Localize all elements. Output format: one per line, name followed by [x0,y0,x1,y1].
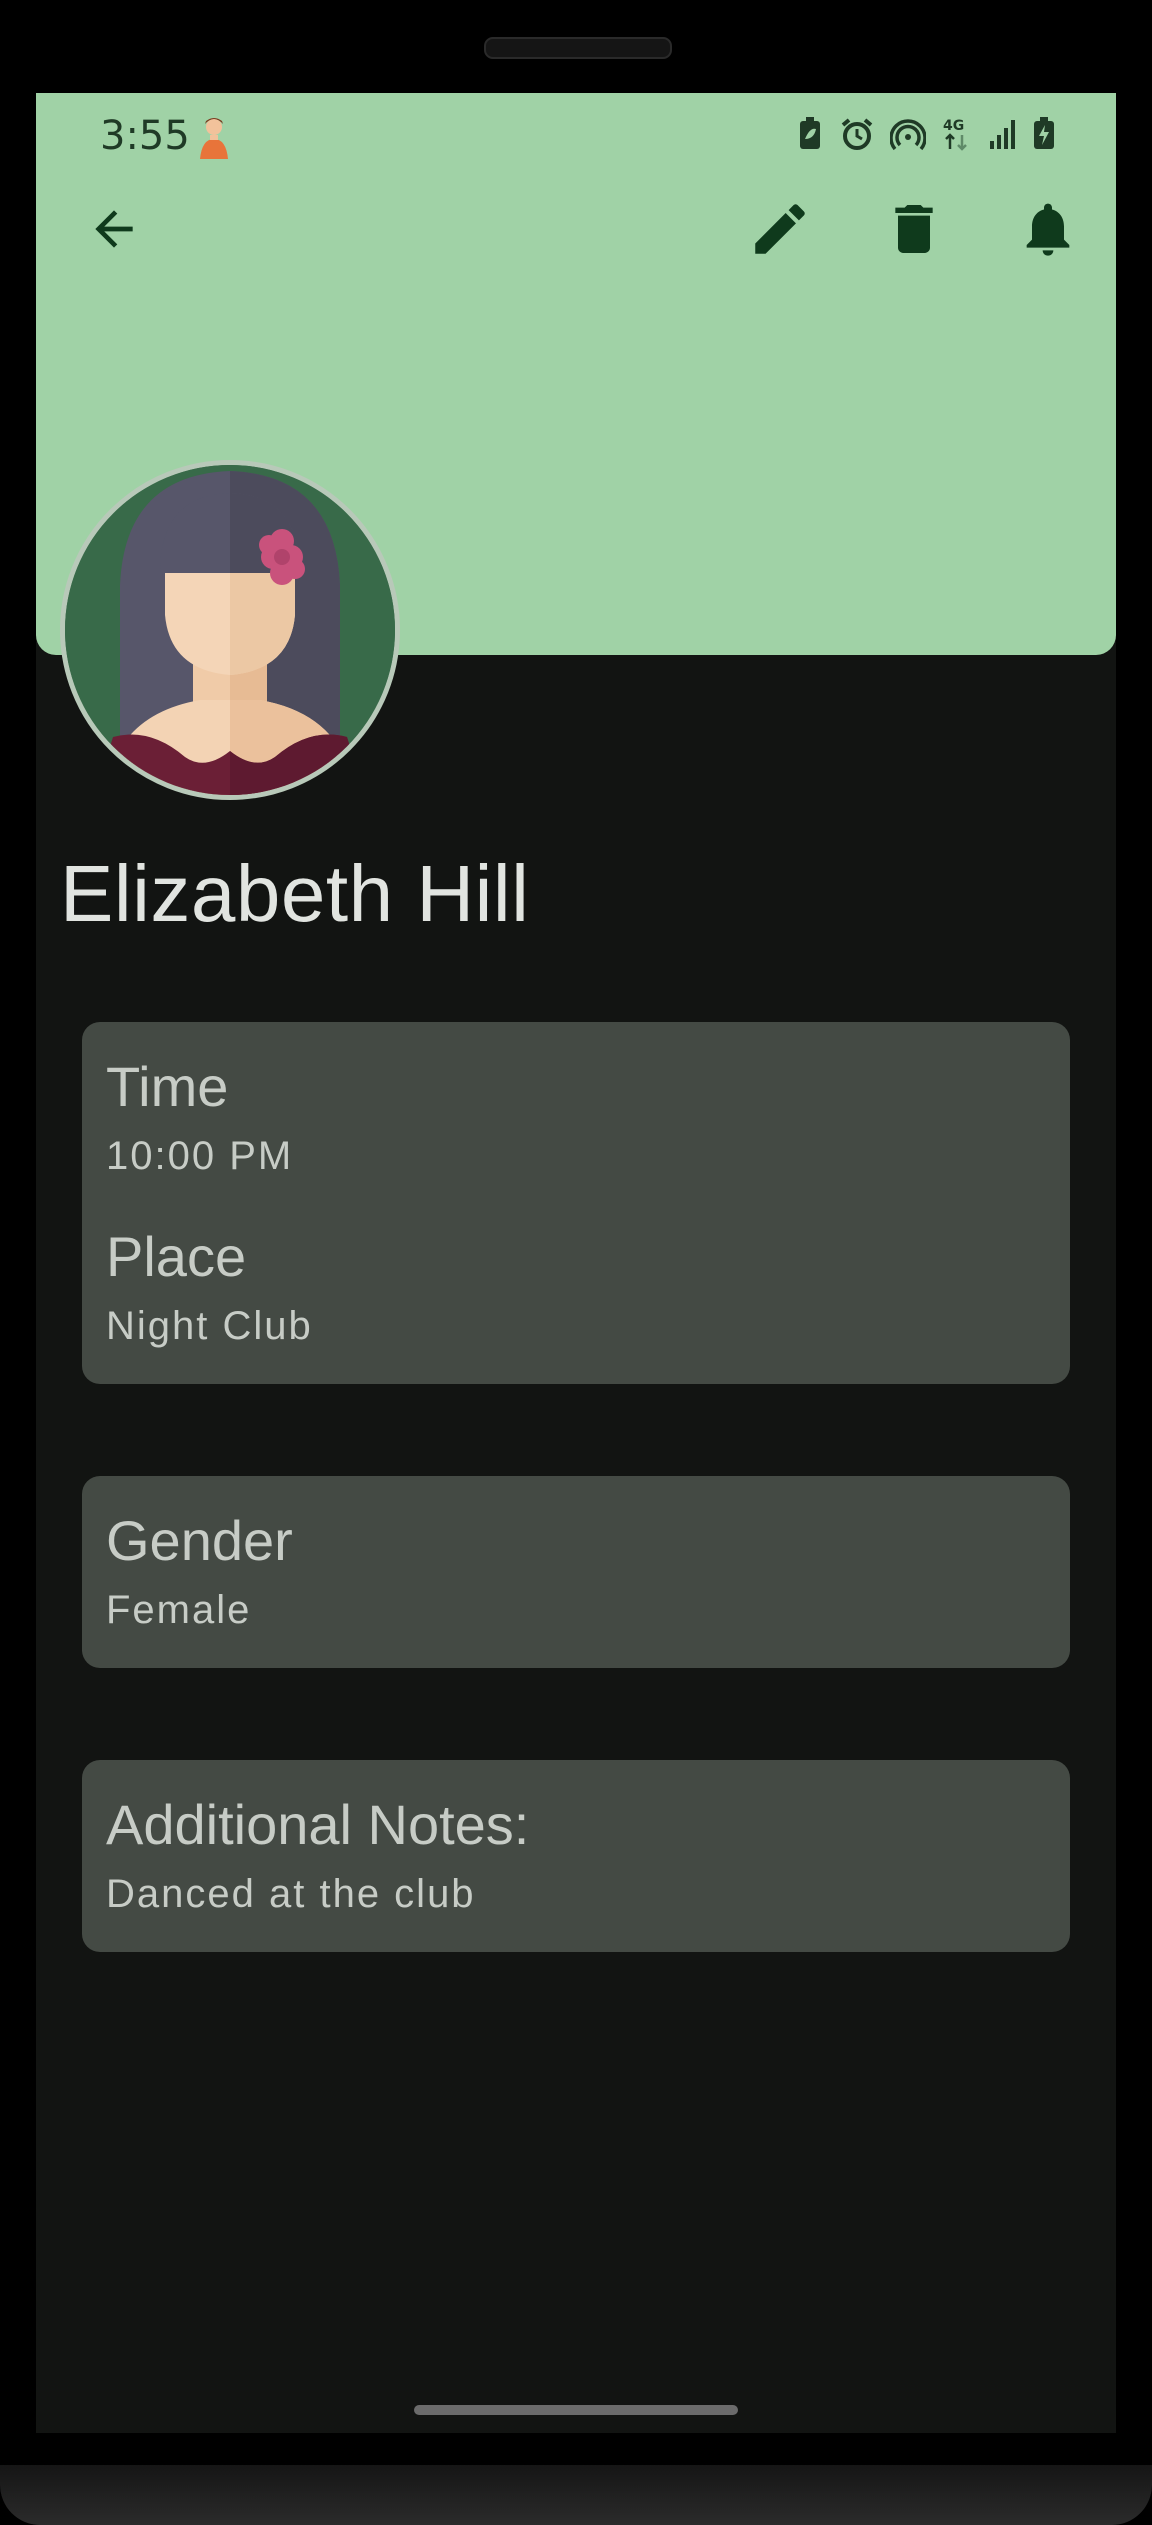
time-label: Time [106,1055,229,1118]
signal-icon [990,120,1015,149]
notes-value: Danced at the club [106,1872,476,1916]
network-label: 4G [943,118,964,134]
bell-icon [1026,203,1070,256]
notes-card: Additional Notes: Danced at the club [82,1760,1070,1952]
trash-icon [895,205,933,253]
notes-label: Additional Notes: [106,1793,530,1856]
place-label: Place [106,1225,247,1288]
gender-label: Gender [106,1509,293,1572]
time-place-card: Time 10:00 PM Place Night Club [82,1022,1070,1384]
battery-charging-icon [1034,117,1054,149]
phone-frame: 3:55 4G Elizabeth Hill Time 10:00 PM Pla… [0,0,1152,2525]
avatar [60,460,400,800]
notification-button[interactable] [1012,193,1084,265]
person-emoji-icon [200,118,228,159]
contact-name: Elizabeth Hill [60,849,530,938]
gender-value: Female [106,1588,252,1632]
phone-chin [0,2465,1152,2525]
network-4g-icon: 4G [943,118,967,151]
alarm-icon [841,118,873,150]
woman-avatar-image [65,465,395,795]
time-value: 10:00 PM [106,1134,294,1178]
place-value: Night Club [106,1304,313,1348]
gender-card: Gender Female [82,1476,1070,1668]
back-button[interactable] [78,193,150,265]
home-indicator[interactable] [414,2405,738,2415]
battery-saver-icon [800,117,820,149]
delete-button[interactable] [878,193,950,265]
edit-button[interactable] [744,193,816,265]
hotspot-icon [890,119,926,151]
status-icons: 4G [796,117,1056,151]
earpiece-speaker [484,37,672,59]
arrow-left-icon [95,210,133,248]
pencil-icon [755,204,805,254]
app-screen: 3:55 4G Elizabeth Hill Time 10:00 PM Pla… [36,93,1116,2433]
status-time: 3:55 [100,113,190,159]
